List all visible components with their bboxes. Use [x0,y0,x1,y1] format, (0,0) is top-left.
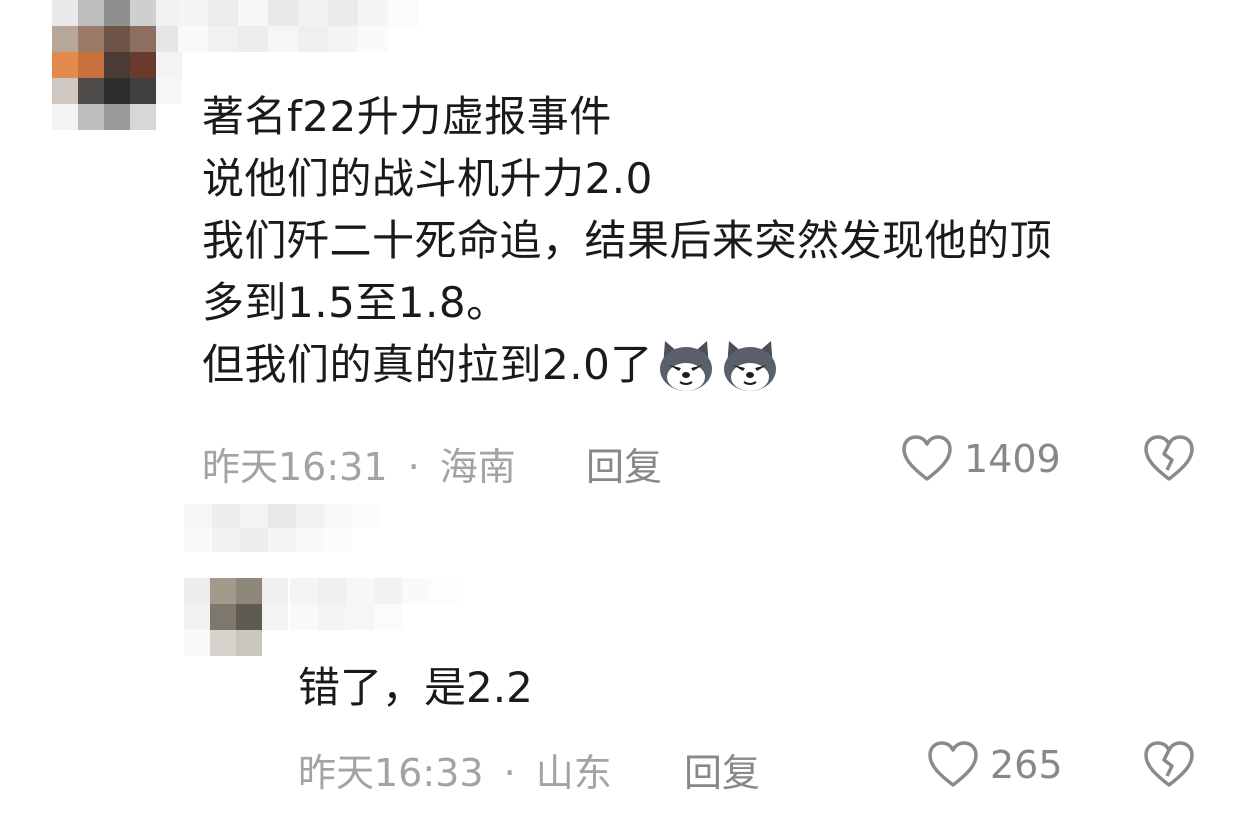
comment-1-line-5-text: 但我们的真的拉到2.0了 [202,340,653,389]
comment-1-line-3: 我们歼二十死命追，结果后来突然发现他的顶 [202,216,1053,265]
comment-1-body: 著名f22升力虚报事件 说他们的战斗机升力2.0 我们歼二十死命追，结果后来突然… [202,86,1052,396]
username-comment-2-extra [290,578,490,630]
comment-1-time: 昨天16:31 [202,445,388,489]
comment-1-location: 海南 [439,445,516,489]
heart-icon [928,741,978,787]
comment-1-meta: 昨天16:31 · 海南 [202,436,516,491]
like-count-comment-2: 265 [990,743,1063,787]
husky-dog-emoji [723,341,776,391]
reply-button-comment-1[interactable]: 回复 [586,436,662,491]
heart-icon [902,435,952,481]
comment-2-location: 山东 [535,751,612,795]
husky-dog-emoji [659,341,712,391]
avatar-comment-1[interactable] [52,0,182,130]
username-comment-1[interactable] [178,0,418,52]
dislike-button-comment-1[interactable] [1142,434,1196,484]
comment-1-line-2: 说他们的战斗机升力2.0 [202,154,653,203]
comment-2-meta: 昨天16:33 · 山东 [298,742,612,797]
meta-separator: · [503,751,516,795]
username-comment-2[interactable] [184,504,414,552]
broken-heart-icon [1144,741,1194,787]
dislike-button-comment-2[interactable] [1142,740,1196,790]
like-count-comment-1: 1409 [964,437,1061,481]
comment-1-line-1: 著名f22升力虚报事件 [202,92,612,141]
reply-button-comment-2[interactable]: 回复 [684,742,760,797]
like-button-comment-2[interactable]: 265 [926,740,1063,790]
meta-separator: · [407,445,420,489]
like-button-comment-1[interactable]: 1409 [900,434,1061,484]
comment-1-line-5: 但我们的真的拉到2.0了 [202,334,1052,396]
comment-2-body: 错了，是2.2 [298,663,533,712]
broken-heart-icon [1144,435,1194,481]
comment-1-line-4: 多到1.5至1.8。 [202,278,509,327]
comment-2-time: 昨天16:33 [298,751,484,795]
avatar-comment-2[interactable] [184,578,288,656]
